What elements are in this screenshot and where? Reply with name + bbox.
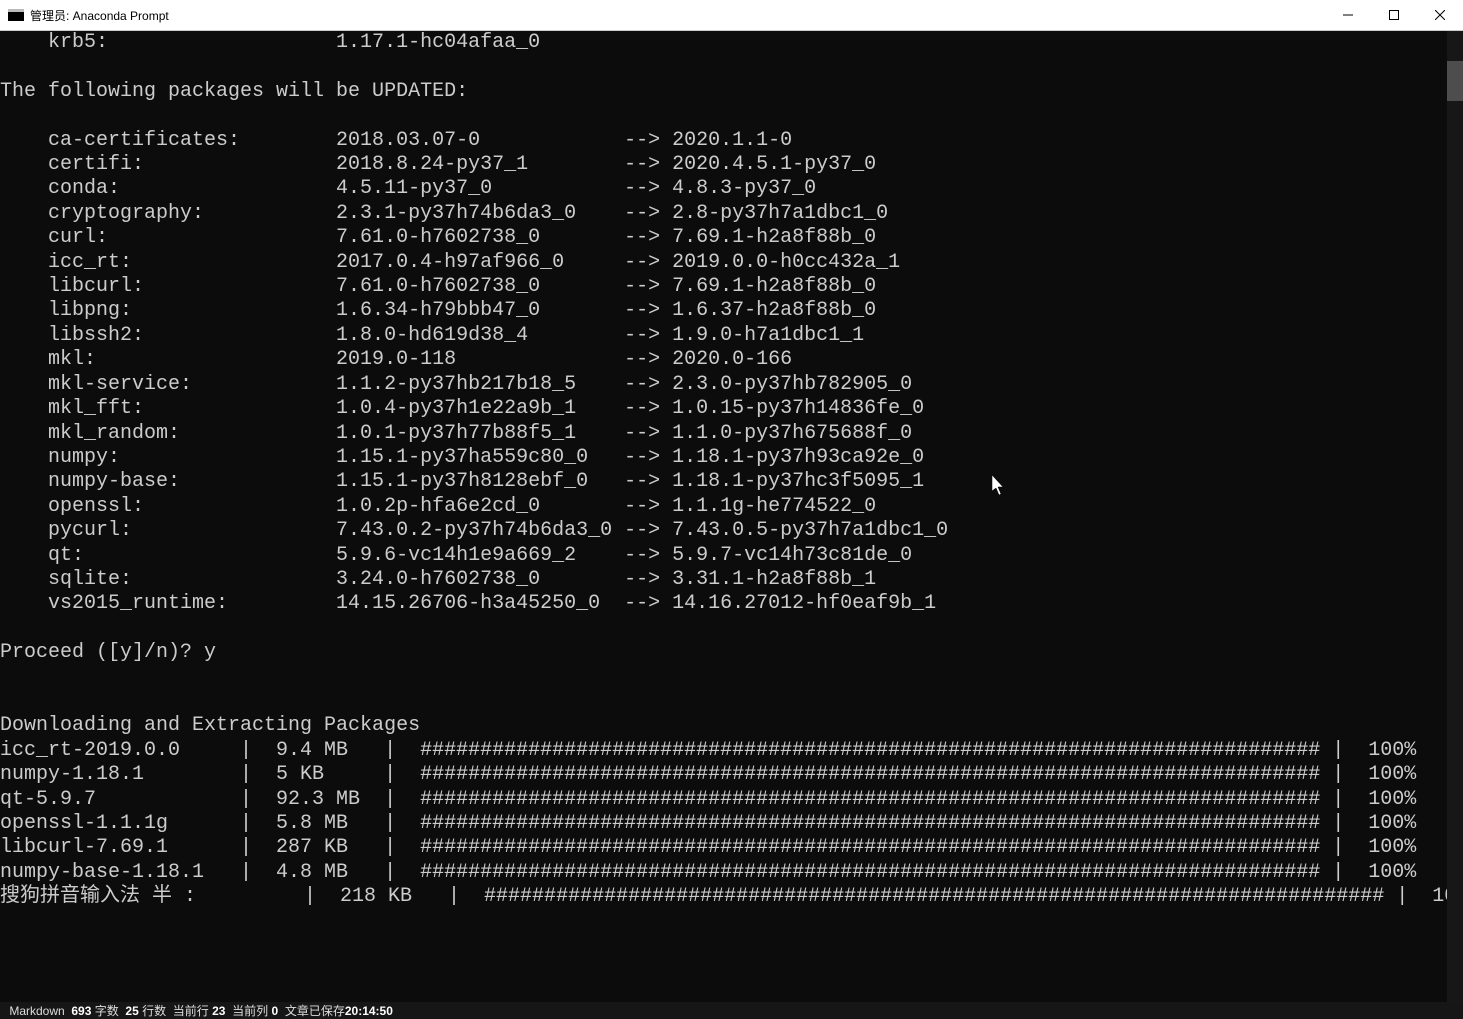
minimize-button[interactable] [1325,0,1371,30]
terminal-output: krb5: 1.17.1-hc04afaa_0 The following pa… [0,31,1447,910]
window-title: 管理员: Anaconda Prompt [30,7,169,24]
terminal-viewport[interactable]: krb5: 1.17.1-hc04afaa_0 The following pa… [0,31,1463,1002]
scroll-thumb[interactable] [1447,61,1463,101]
statusbar: Markdown 693 字数 25 行数 当前行 23 当前列 0 文章已保存… [0,1002,1463,1019]
app-icon [8,7,24,23]
close-button[interactable] [1417,0,1463,30]
vertical-scrollbar[interactable] [1447,31,1463,1002]
titlebar[interactable]: 管理员: Anaconda Prompt [0,0,1463,31]
window-controls [1325,0,1463,30]
maximize-button[interactable] [1371,0,1417,30]
